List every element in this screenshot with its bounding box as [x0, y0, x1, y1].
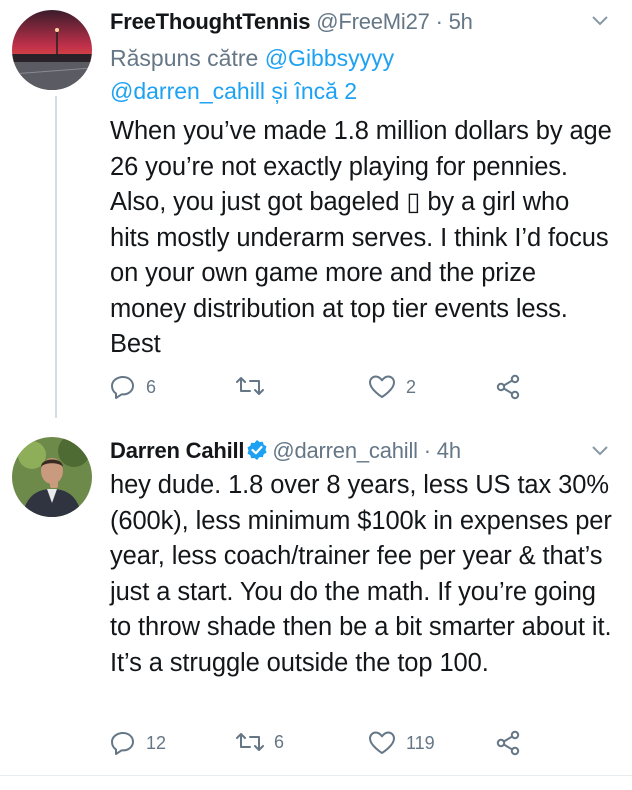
- thread-connector: [55, 96, 57, 418]
- verified-badge-icon: [246, 439, 268, 467]
- reply-icon: [110, 374, 136, 400]
- timestamp[interactable]: · 4h: [424, 438, 461, 463]
- reply-mention-darren-cahill[interactable]: @darren_cahill: [110, 78, 265, 104]
- tweet-actions: 12 6 119: [110, 730, 590, 760]
- avatar-freethoughttennis[interactable]: [12, 10, 92, 90]
- chevron-down-icon[interactable]: [590, 14, 610, 33]
- avatar-image: [12, 437, 92, 517]
- retweet-icon: [236, 374, 264, 398]
- retweet-button[interactable]: [236, 374, 274, 398]
- timestamp[interactable]: · 5h: [436, 9, 473, 34]
- retweet-icon: [236, 730, 264, 754]
- reply-icon: [110, 730, 136, 756]
- like-count: 2: [406, 376, 417, 397]
- reply-and-more-link[interactable]: și încă 2: [265, 78, 357, 104]
- reply-mention-gibbsyyyy[interactable]: @Gibbsyyyy: [265, 45, 394, 71]
- chevron-down-icon[interactable]: [590, 444, 610, 463]
- heart-icon: [368, 374, 396, 400]
- display-name[interactable]: FreeThoughtTennis: [110, 9, 310, 34]
- reply-button[interactable]: 12: [110, 730, 166, 756]
- reply-prefix: Răspuns către: [110, 45, 265, 71]
- avatar-image: [12, 10, 92, 90]
- reply-button[interactable]: 6: [110, 374, 156, 400]
- display-name[interactable]: Darren Cahill: [110, 438, 245, 463]
- tweet-header: Darren Cahill @darren_cahill · 4h: [110, 438, 461, 467]
- share-button[interactable]: [495, 374, 521, 400]
- tweet-text: hey dude. 1.8 over 8 years, less US tax …: [110, 471, 612, 677]
- share-icon: [495, 730, 521, 756]
- user-handle[interactable]: @FreeMi27: [316, 9, 430, 34]
- share-icon: [495, 374, 521, 400]
- reply-count: 12: [146, 732, 167, 753]
- like-button[interactable]: 2: [368, 374, 416, 400]
- like-count: 119: [406, 732, 435, 753]
- heart-icon: [368, 730, 396, 756]
- tweet-actions: 6 2: [110, 374, 590, 404]
- user-handle[interactable]: @darren_cahill: [272, 438, 418, 463]
- retweet-count: 6: [274, 731, 285, 752]
- tweet-divider: [0, 775, 632, 776]
- retweet-button[interactable]: 6: [236, 730, 284, 754]
- like-button[interactable]: 119: [368, 730, 435, 756]
- tweet-text: When you’ve made 1.8 million dollars by …: [110, 117, 612, 358]
- reply-count: 6: [146, 376, 157, 397]
- avatar-darren-cahill[interactable]: [12, 437, 92, 517]
- share-button[interactable]: [495, 730, 521, 756]
- tweet-header: FreeThoughtTennis @FreeMi27 · 5h: [110, 9, 473, 35]
- reply-context: Răspuns către @Gibbsyyyy @darren_cahill …: [110, 42, 610, 108]
